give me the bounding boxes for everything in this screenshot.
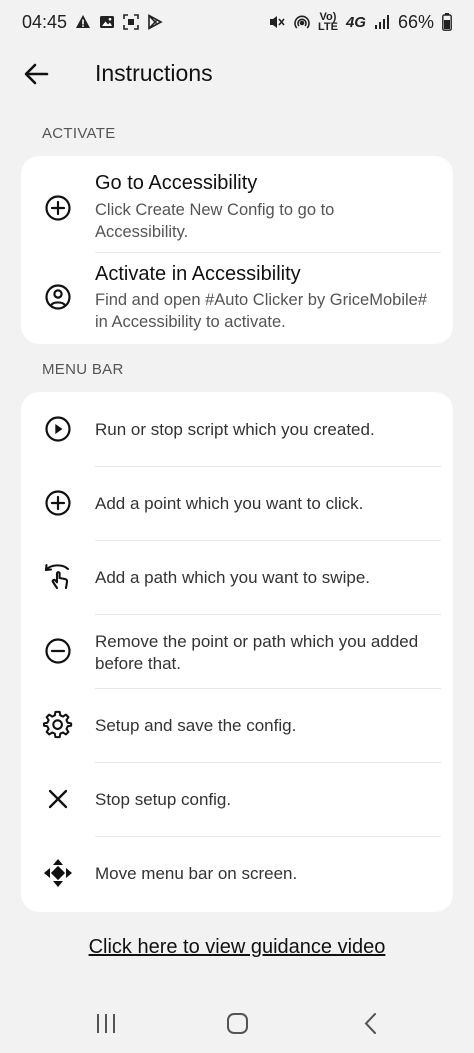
menu-item-add-path[interactable]: Add a path which you want to swipe. bbox=[21, 540, 453, 614]
battery-icon bbox=[442, 13, 452, 31]
gear-icon bbox=[43, 710, 73, 740]
item-title: Go to Accessibility bbox=[95, 172, 258, 194]
page-title: Instructions bbox=[95, 60, 213, 86]
menu-item-text: Add a path which you want to swipe. bbox=[95, 568, 370, 587]
guidance-video-link[interactable]: Click here to view guidance video bbox=[0, 936, 474, 959]
chevron-left-icon bbox=[364, 1013, 376, 1034]
status-time: 04:45 bbox=[22, 11, 68, 32]
menu-item-text: Run or stop script which you created. bbox=[95, 420, 375, 439]
volte-bottom: LTE bbox=[317, 21, 338, 33]
menu-item-add-point[interactable]: Add a point which you want to click. bbox=[21, 466, 453, 540]
menu-item-text: Stop setup config. bbox=[95, 790, 232, 809]
minus-circle-icon bbox=[43, 636, 73, 666]
signal-icon bbox=[374, 14, 390, 30]
swipe-gesture-icon bbox=[43, 562, 73, 592]
hotspot-icon bbox=[294, 14, 310, 30]
menu-bar-card: Run or stop script which you created. Ad… bbox=[21, 392, 453, 912]
activate-card: Go to Accessibility Click Create New Con… bbox=[21, 156, 453, 344]
status-right: Vo) LTE 4G 66% bbox=[268, 12, 452, 33]
menu-item-text: Move menu bar on screen. bbox=[95, 864, 298, 883]
menu-item-text: Setup and save the config. bbox=[95, 716, 297, 735]
network-type: 4G bbox=[345, 13, 366, 31]
close-icon bbox=[43, 784, 73, 814]
status-bar: 04:45 Vo) LTE 4G 66% bbox=[0, 0, 474, 44]
screenshot-icon bbox=[123, 14, 139, 30]
recent-apps-icon bbox=[97, 1014, 115, 1033]
item-description: Find and open #Auto Clicker by GriceMobi… bbox=[95, 291, 428, 331]
arrow-back-icon bbox=[24, 63, 49, 85]
activate-item-activate[interactable]: Activate in Accessibility Find and open … bbox=[21, 252, 453, 344]
menu-item-move[interactable]: Move menu bar on screen. bbox=[21, 836, 453, 912]
status-left: 04:45 bbox=[22, 12, 163, 33]
home-icon bbox=[227, 1013, 248, 1034]
item-description: Click Create New Config to go to Accessi… bbox=[95, 201, 335, 241]
battery-percent: 66% bbox=[397, 11, 434, 32]
section-label-activate: ACTIVATE bbox=[42, 125, 116, 142]
menu-item-run[interactable]: Run or stop script which you created. bbox=[21, 392, 453, 466]
activate-item-accessibility[interactable]: Go to Accessibility Click Create New Con… bbox=[21, 156, 453, 250]
menu-item-text: Remove the point or path which you added… bbox=[95, 632, 419, 673]
item-title: Activate in Accessibility bbox=[95, 263, 301, 285]
move-arrows-icon bbox=[43, 858, 73, 888]
menu-item-text: Add a point which you want to click. bbox=[95, 494, 364, 513]
image-icon bbox=[99, 14, 115, 30]
plus-circle-icon bbox=[43, 488, 73, 518]
section-label-menu-bar: MENU BAR bbox=[42, 361, 124, 378]
account-circle-icon bbox=[43, 282, 73, 312]
plus-circle-icon bbox=[43, 193, 73, 223]
menu-item-stop[interactable]: Stop setup config. bbox=[21, 762, 453, 836]
recent-apps-button[interactable] bbox=[92, 1010, 122, 1038]
nav-back-button[interactable] bbox=[357, 1010, 387, 1038]
back-button[interactable] bbox=[22, 60, 52, 88]
mute-icon bbox=[268, 14, 286, 30]
volte-indicator: Vo) LTE bbox=[317, 12, 338, 33]
home-button[interactable] bbox=[223, 1010, 253, 1038]
app-bar: Instructions bbox=[0, 48, 474, 100]
warning-icon bbox=[75, 14, 91, 30]
play-store-icon bbox=[147, 14, 163, 30]
menu-item-remove[interactable]: Remove the point or path which you added… bbox=[21, 614, 453, 688]
play-circle-icon bbox=[43, 414, 73, 444]
system-nav-bar bbox=[0, 1000, 474, 1053]
menu-item-setup[interactable]: Setup and save the config. bbox=[21, 688, 453, 762]
